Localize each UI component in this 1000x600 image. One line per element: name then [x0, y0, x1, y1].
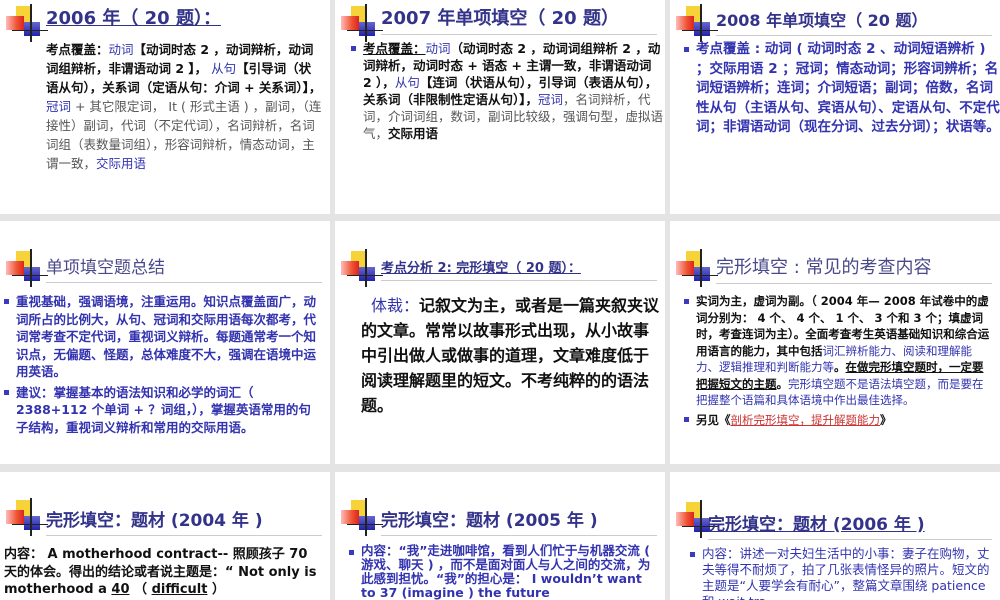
text-segment: 从句	[207, 61, 237, 76]
slide-logo-icon	[676, 4, 718, 42]
slide-2[interactable]: 2007 年单项填空（ 20 题） 考点覆盖：动词（动词时态 2 ，动词词组辩析…	[335, 0, 665, 214]
bullet-item: 内容：“我”走进咖啡馆，看到人们忙于与机器交流 ( 游戏、聊天 ) ，而不是面对…	[349, 544, 655, 600]
text-segment: 另见《	[696, 412, 731, 427]
text-segment: 内容：“我”走进咖啡馆，看到人们忙于与机器交流 ( 游戏、聊天 ) ，而不是面对…	[361, 543, 651, 600]
bullet-item: 内容：讲述一对夫妇生活中的小事：妻子在购物，丈夫等得不耐烦了，拍了几张表情怪异的…	[690, 546, 990, 600]
slide-body: 考点覆盖 : 动词 ( 动词时态 2 、动词短语辨析 ) ；交际用语 2 ；冠词…	[684, 40, 1000, 138]
text-segment: 考点覆盖：	[46, 42, 109, 57]
bullet-item: 建议：掌握基本的语法知识和必学的词汇（ 2388+112 个单词 + ？词组，）…	[4, 384, 320, 437]
slide-body: 考点覆盖：动词（动词时态 2 ，动词词组辩析 2 ，动词辩析，动词时态 + 语态…	[351, 40, 663, 142]
slide-3[interactable]: 2008 年单项填空（ 20 题） 考点覆盖 : 动词 ( 动词时态 2 、动词…	[670, 0, 1000, 214]
slide-logo-icon	[6, 249, 48, 287]
slide-body: 实词为主，虚词为副。（ 2004 年— 2008 年试卷中的虚词分别为： 4 个…	[684, 293, 990, 431]
text-segment: 动词	[425, 41, 451, 56]
slide-6[interactable]: 完形填空 : 常见的考查内容 实词为主，虚词为副。（ 2004 年— 2008 …	[670, 221, 1000, 464]
slide-1[interactable]: 2006 年（ 20 题）： 考点覆盖：动词【动词时态 2 ，动词辩析，动词词组…	[0, 0, 330, 214]
slide-9[interactable]: 完形填空：题材 (2006 年 ) 内容：讲述一对夫妇生活中的小事：妻子在购物，…	[670, 472, 1000, 600]
text-segment: 重视基础，强调语境，注重运用。知识点覆盖面广，动词所占的比例大，从句、冠词和交际…	[16, 294, 317, 379]
slide-title: 完形填空：题材 (2006 年 )	[708, 510, 992, 540]
slide-logo-icon	[676, 249, 718, 287]
text-segment: 。	[834, 360, 846, 374]
slide-8[interactable]: 完形填空：题材 (2005 年 ) 内容：“我”走进咖啡馆，看到人们忙于与机器交…	[335, 472, 665, 600]
text-segment[interactable]: 剖析完形填空，提升解题能力	[731, 413, 881, 427]
text-segment: 40	[111, 582, 130, 597]
slide-body: 考点覆盖：动词【动词时态 2 ，动词辩析，动词词组辩析，非谓语动词 2 】， 从…	[46, 40, 322, 173]
bullet-item: 实词为主，虚词为副。（ 2004 年— 2008 年试卷中的虚词分别为： 4 个…	[684, 293, 990, 409]
slide-title: 考点分析 2: 完形填空（ 20 题）：	[381, 257, 657, 281]
slide-title: 完形填空：题材 (2004 年 )	[46, 506, 322, 536]
bullet-item: 重视基础，强调语境，注重运用。知识点覆盖面广，动词所占的比例大，从句、冠词和交际…	[4, 293, 320, 381]
text-segment: 体裁：	[371, 296, 420, 315]
slide-body: 内容：“我”走进咖啡馆，看到人们忙于与机器交流 ( 游戏、聊天 ) ，而不是面对…	[349, 544, 655, 600]
slide-logo-icon	[341, 498, 383, 536]
text-segment: 交际用语	[96, 156, 147, 171]
slide-logo-icon	[341, 249, 383, 287]
slide-body: 体裁：记叙文为主，或者是一篇夹叙夹议的文章。常常以故事形式出现，从小故事中引出做…	[361, 293, 661, 418]
text-segment: 。	[776, 376, 789, 391]
slide-title: 单项填空题总结	[46, 253, 322, 283]
text-segment: + 其它限定词， It ( 形式主语 ) ，副词，（连接性）副词，代词（不定代词…	[46, 99, 322, 171]
text-segment: ）	[207, 582, 226, 597]
slide-5[interactable]: 考点分析 2: 完形填空（ 20 题）： 体裁：记叙文为主，或者是一篇夹叙夹议的…	[335, 221, 665, 464]
text-segment: 掌握基本的语法知识和必学的词汇（ 2388+112 个单词 + ？词组，），掌握…	[16, 384, 311, 435]
bullet-item: 另见《剖析完形填空，提升解题能力》	[684, 412, 990, 429]
slide-title: 2008 年单项填空（ 20 题）	[716, 7, 992, 36]
slide-body: 内容：讲述一对夫妇生活中的小事：妻子在购物，丈夫等得不耐烦了，拍了几张表情怪异的…	[690, 546, 990, 600]
text-segment: difficult	[151, 582, 208, 597]
slide-title: 2007 年单项填空（ 20 题）	[381, 4, 657, 35]
slide-4[interactable]: 单项填空题总结 重视基础，强调语境，注重运用。知识点覆盖面广，动词所占的比例大，…	[0, 221, 330, 464]
slide-title: 2006 年（ 20 题）：	[46, 8, 221, 29]
text-segment: 考点覆盖：	[363, 41, 426, 56]
slide-7[interactable]: 完形填空：题材 (2004 年 ) 内容： A motherhood contr…	[0, 472, 330, 600]
text-segment: 动词	[108, 42, 134, 57]
text-segment: 考点覆盖 : 动词 ( 动词时态 2 、动词短语辨析 ) ；交际用语 2 ；冠词…	[696, 41, 1000, 135]
slide-title: 完形填空 : 常见的考查内容	[716, 253, 992, 284]
text-segment: 》	[880, 412, 892, 427]
text-segment: 建议：	[16, 384, 54, 400]
slide-title: 完形填空：题材 (2005 年 )	[381, 506, 657, 536]
text-segment: 冠词	[538, 92, 564, 107]
slide-logo-icon	[341, 4, 383, 42]
text-segment: 内容：讲述一对夫妇生活中的小事：妻子在购物，丈夫等得不耐烦了，拍了几张表情怪异的…	[702, 546, 990, 600]
text-segment: （	[129, 582, 152, 597]
text-segment: 交际用语	[388, 126, 439, 141]
text-segment: 从句	[394, 75, 420, 90]
slide-logo-icon	[6, 4, 48, 42]
slide-body: 内容： A motherhood contract-- 照顾孩子 70 天的体会…	[4, 546, 322, 599]
text-segment: 冠词	[46, 99, 72, 114]
slide-body: 重视基础，强调语境，注重运用。知识点覆盖面广，动词所占的比例大，从句、冠词和交际…	[4, 293, 320, 439]
slide-logo-icon	[6, 498, 48, 536]
